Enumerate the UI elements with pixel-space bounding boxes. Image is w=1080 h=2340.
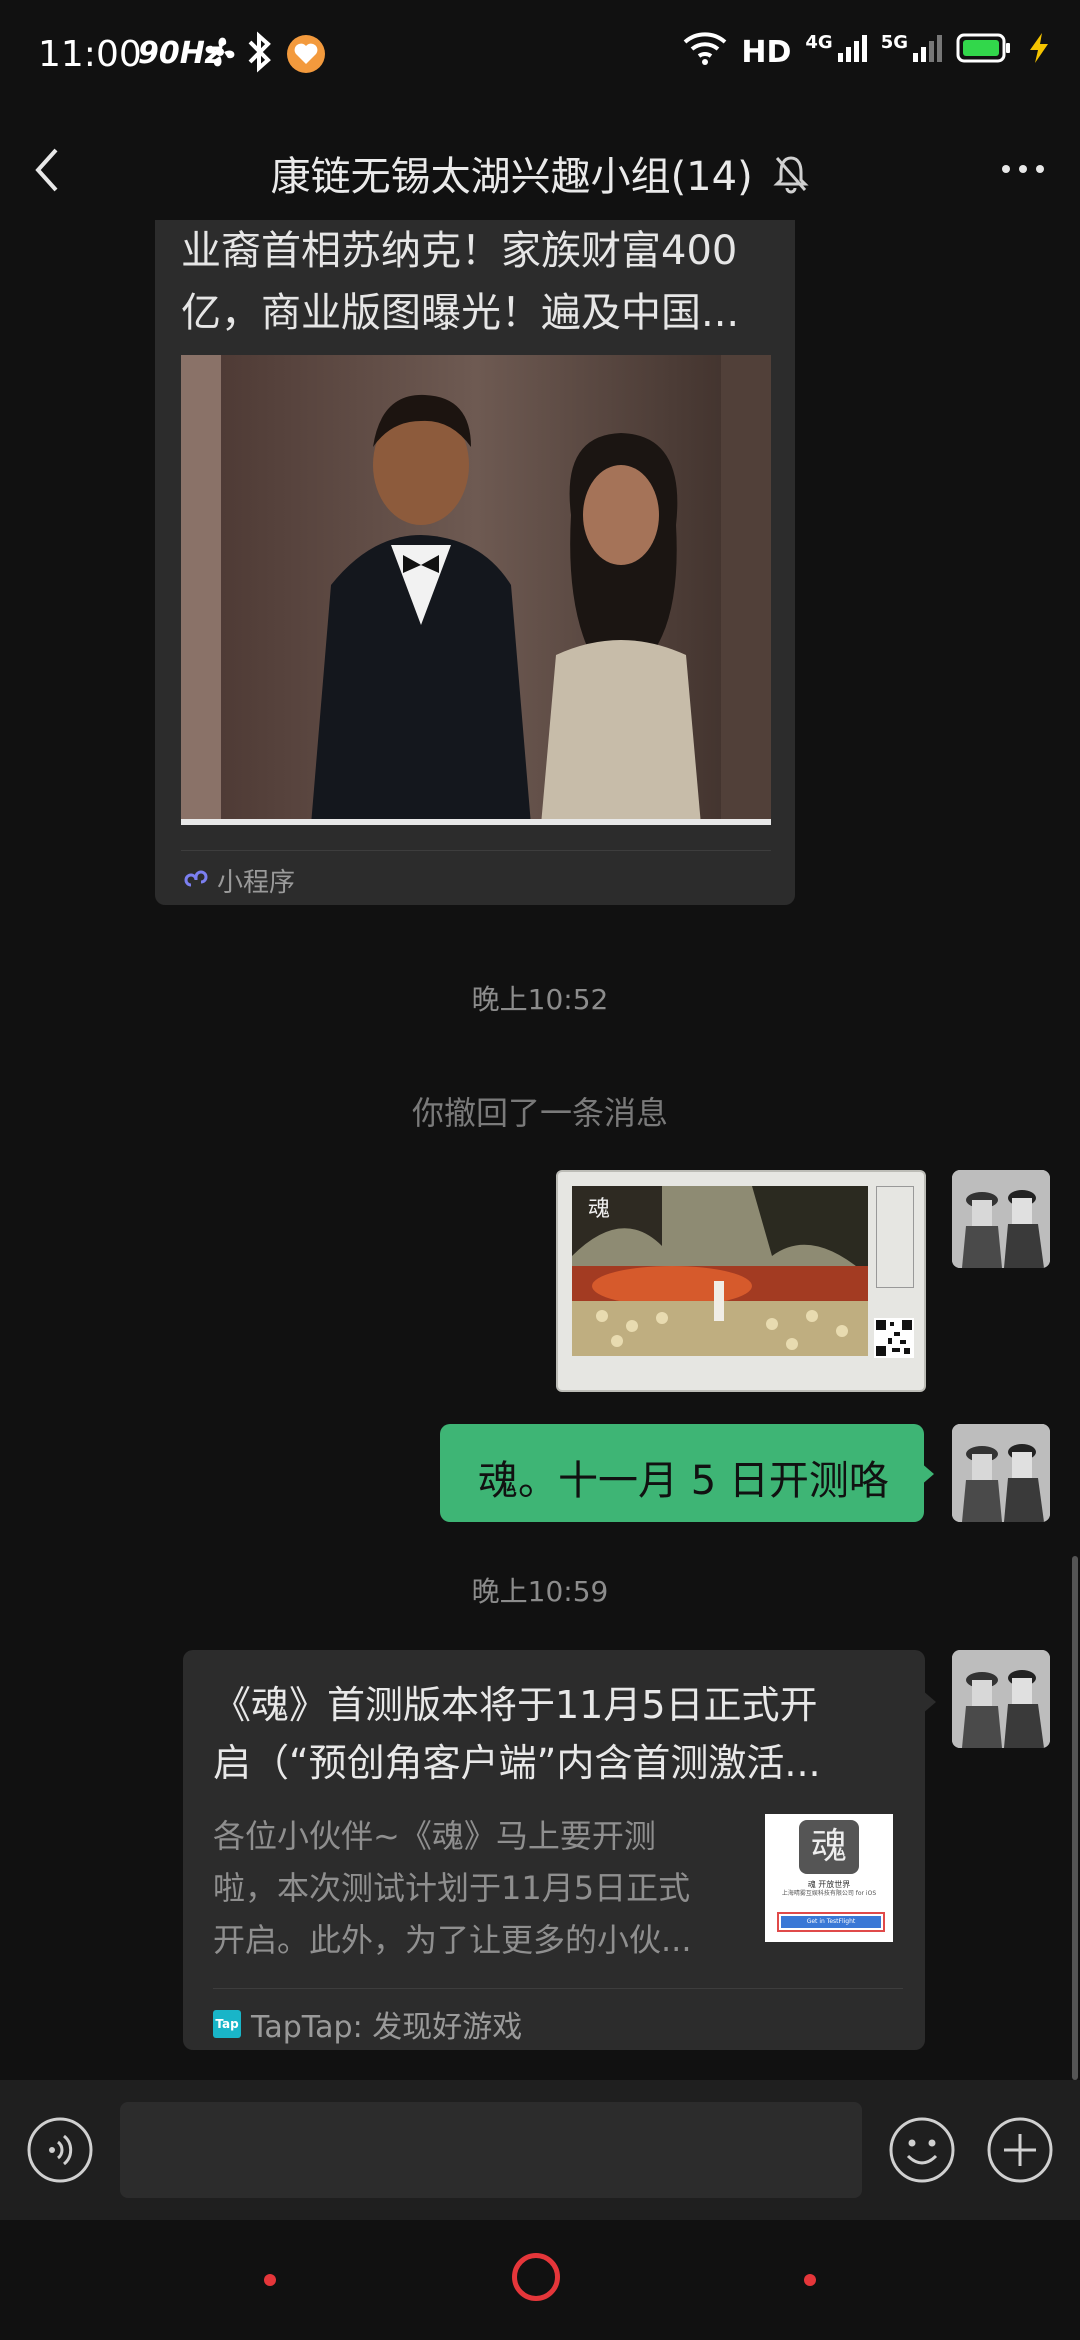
wifi-icon <box>683 30 727 74</box>
status-bar: 11:00 90Hz HD 4G 5G <box>0 0 1080 110</box>
status-right: HD 4G 5G <box>683 30 1052 74</box>
fan-icon <box>200 32 240 76</box>
card-divider <box>181 850 771 851</box>
article-photo <box>181 355 771 825</box>
status-time: 11:00 <box>38 34 142 75</box>
more-options-icon[interactable] <box>998 154 1048 188</box>
health-app-icon <box>286 34 326 78</box>
battery-icon <box>956 32 1012 72</box>
bubble-tail <box>920 1462 934 1486</box>
timestamp-1: 晚上10:52 <box>471 983 609 1016</box>
avatar-self-3[interactable] <box>952 1650 1050 1748</box>
net-5g-label: 5G <box>880 31 908 53</box>
charging-icon <box>1026 31 1052 73</box>
net-4g-label: 4G <box>805 31 833 53</box>
nav-left-dot[interactable] <box>264 2274 276 2286</box>
image-message[interactable]: 魂 <box>558 1172 924 1390</box>
chat-title-wrap: 康链无锡太湖兴趣小组(14) <box>0 144 1080 204</box>
voice-button[interactable] <box>26 2116 94 2188</box>
link-thumbnail: 魂 魂 开放世界 上海晴雾互娱科技有限公司 for iOS Get in Tes… <box>765 1814 893 1942</box>
bluetooth-icon <box>244 30 274 78</box>
emoji-button[interactable] <box>888 2116 956 2188</box>
text-message-content: 魂。十一月 5 日开测咯 <box>478 1458 889 1504</box>
link-desc-line3: 开启。此外，为了让更多的小伙... <box>213 1921 692 1959</box>
add-button[interactable] <box>986 2116 1054 2188</box>
qr-code <box>874 1318 914 1358</box>
thumb-app-name: 魂 开放世界 <box>807 1880 851 1889</box>
thumb-logo: 魂 <box>799 1820 859 1874</box>
nav-right-dot[interactable] <box>804 2274 816 2286</box>
mini-program-icon <box>183 865 211 897</box>
article-title-line2: 亿，商业版图曝光！遍及中国... <box>181 290 740 336</box>
chat-title: 康链无锡太湖兴趣小组(14) <box>270 154 753 200</box>
mini-program-label: 小程序 <box>217 868 296 898</box>
signal-icon <box>837 33 867 71</box>
scrollbar[interactable] <box>1072 1556 1078 2080</box>
text-message-self[interactable]: 魂。十一月 5 日开测咯 <box>440 1424 924 1522</box>
thumb-button-frame: Get in TestFlight <box>777 1912 885 1932</box>
poster-side-panel <box>876 1186 914 1288</box>
message-input[interactable] <box>120 2102 862 2198</box>
thumb-button: Get in TestFlight <box>781 1916 881 1928</box>
mute-bell-icon <box>773 154 810 204</box>
link-source: Tap TapTap: 发现好游戏 <box>213 2002 522 2046</box>
article-title-line1: 业裔首相苏纳克！家族财富400 <box>181 228 738 274</box>
link-title-line1: 《魂》首测版本将于11月5日正式开 <box>213 1683 818 1727</box>
card-tail <box>922 1690 936 1714</box>
avatar-self-2[interactable] <box>952 1424 1050 1522</box>
link-desc-line1: 各位小伙伴~《魂》马上要开测 <box>213 1817 656 1855</box>
link-desc-line2: 啦，本次测试计划于11月5日正式 <box>213 1869 691 1907</box>
nav-home-button[interactable] <box>512 2253 560 2301</box>
game-poster: 魂 <box>572 1186 868 1356</box>
link-card-divider <box>213 1988 903 1989</box>
mini-program-footer: 小程序 <box>183 862 295 899</box>
signal-icon-2 <box>912 33 942 71</box>
poster-logo-text: 魂 <box>588 1197 610 1222</box>
network-type: HD <box>741 34 792 70</box>
recalled-notice: 你撤回了一条消息 <box>411 1094 668 1132</box>
link-source-label: TapTap: 发现好游戏 <box>251 2010 523 2045</box>
link-card[interactable]: 《魂》首测版本将于11月5日正式开 启（“预创角客户端”内含首测激活... 各位… <box>183 1650 925 2050</box>
timestamp-2: 晚上10:59 <box>471 1575 609 1608</box>
avatar-self-1[interactable] <box>952 1170 1050 1268</box>
thumb-publisher: 上海晴雾互娱科技有限公司 for iOS <box>781 1890 877 1897</box>
link-title-line2: 启（“预创角客户端”内含首测激活... <box>213 1741 821 1785</box>
article-card[interactable]: 业裔首相苏纳克！家族财富400 亿，商业版图曝光！遍及中国... 小程序 <box>155 220 795 905</box>
taptap-icon: Tap <box>213 2010 241 2038</box>
